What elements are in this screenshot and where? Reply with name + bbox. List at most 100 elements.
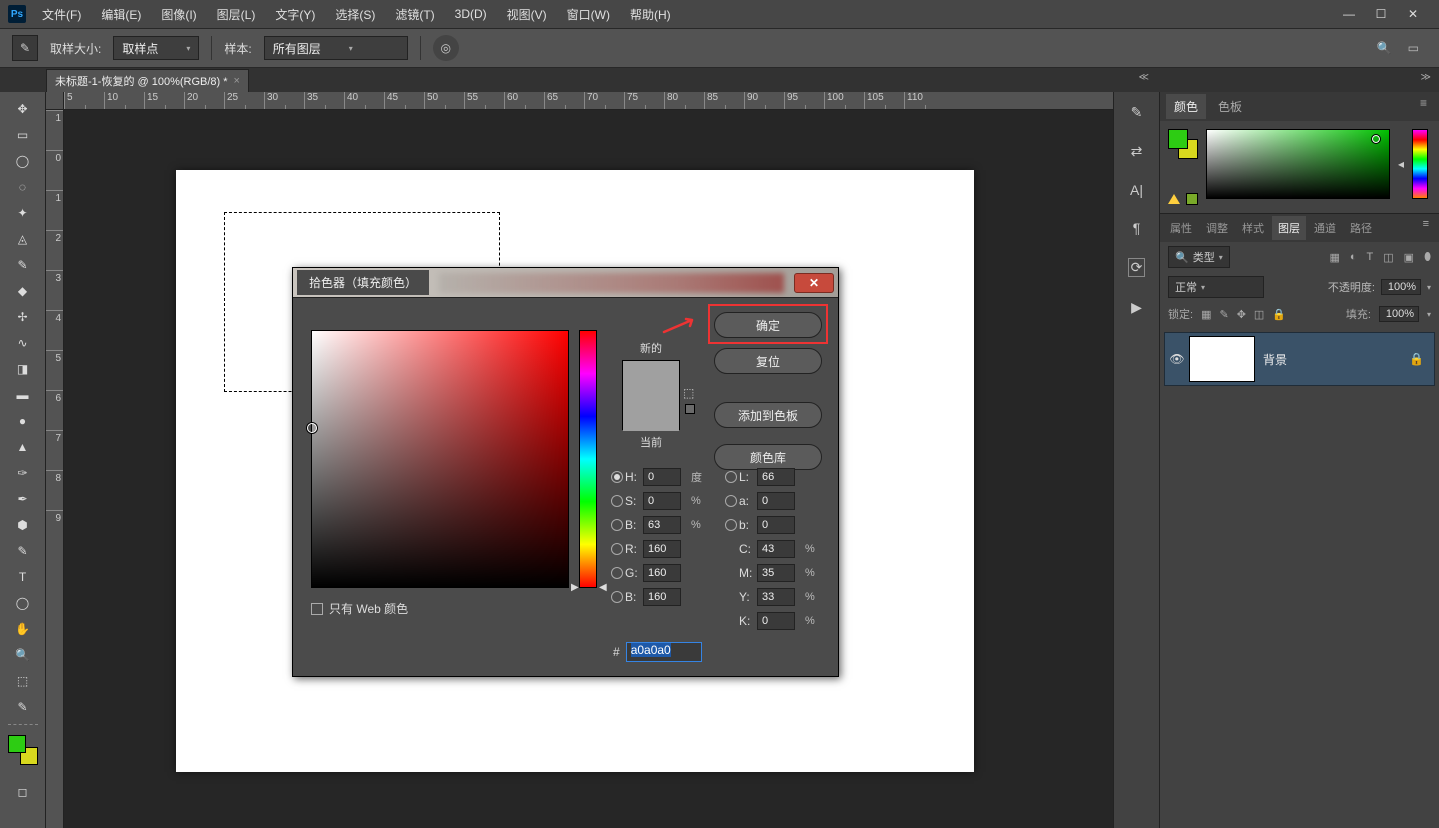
- type-tool[interactable]: T: [10, 564, 36, 590]
- new-color-swatch[interactable]: [623, 361, 679, 396]
- panel-menu-icon[interactable]: ≡: [1414, 94, 1433, 119]
- filter-toggle[interactable]: ⬮: [1424, 251, 1431, 264]
- collapse-chevron-icon[interactable]: ≪: [1139, 72, 1149, 83]
- hue-strip[interactable]: [1412, 129, 1428, 199]
- b-radio[interactable]: [611, 519, 623, 531]
- show-sampling-ring-button[interactable]: ◎: [433, 35, 459, 61]
- gradient-tool[interactable]: ▬: [10, 382, 36, 408]
- play-panel-icon[interactable]: ▶: [1131, 299, 1142, 316]
- ruler-origin[interactable]: [46, 92, 64, 110]
- filter-shape-icon[interactable]: ◫: [1383, 251, 1393, 264]
- tab-swatches[interactable]: 色板: [1210, 94, 1250, 119]
- layer-name-label[interactable]: 背景: [1263, 351, 1287, 368]
- fill-input[interactable]: 100%: [1379, 306, 1419, 322]
- g-input[interactable]: [643, 564, 681, 582]
- lock-all-icon[interactable]: 🔒: [1272, 308, 1286, 321]
- path-tool[interactable]: ✎: [10, 538, 36, 564]
- web-safe-swatch[interactable]: [685, 404, 695, 414]
- filter-type-icon[interactable]: T: [1367, 251, 1374, 264]
- layer-thumbnail[interactable]: [1189, 336, 1255, 382]
- filter-image-icon[interactable]: ▦: [1329, 251, 1339, 264]
- marquee-tool[interactable]: ▭: [10, 122, 36, 148]
- color-panel-swatches[interactable]: [1168, 129, 1198, 159]
- tab-paths[interactable]: 路径: [1344, 216, 1378, 240]
- layer-filter-select[interactable]: 🔍 类型 ▾: [1168, 246, 1230, 268]
- current-color-swatch[interactable]: [623, 396, 679, 431]
- reset-button[interactable]: 复位: [714, 348, 822, 374]
- hue-slider[interactable]: [579, 330, 597, 588]
- tab-channels[interactable]: 通道: [1308, 216, 1342, 240]
- healing-tool[interactable]: ✢: [10, 304, 36, 330]
- selection-tool[interactable]: ◬: [10, 226, 36, 252]
- layer-visibility-icon[interactable]: 👁: [1165, 352, 1189, 366]
- screen-mode-icon[interactable]: ▭: [1408, 41, 1419, 55]
- s-radio[interactable]: [611, 495, 623, 507]
- foreground-color-swatch[interactable]: [8, 735, 26, 753]
- actions-panel-icon[interactable]: ⟳: [1128, 258, 1146, 277]
- add-to-swatches-button[interactable]: 添加到色板: [714, 402, 822, 428]
- tab-layers[interactable]: 图层: [1272, 216, 1306, 240]
- menu-text[interactable]: 文字(Y): [271, 2, 319, 27]
- menu-edit[interactable]: 编辑(E): [97, 2, 145, 27]
- color-libraries-button[interactable]: 颜色库: [714, 444, 822, 470]
- tab-styles[interactable]: 样式: [1236, 216, 1270, 240]
- paragraph-panel-icon[interactable]: ¶: [1133, 220, 1141, 236]
- dialog-titlebar[interactable]: 拾色器（填充颜色） ✕: [293, 268, 838, 298]
- chevron-down-icon[interactable]: ▾: [1427, 283, 1431, 292]
- blur-tool[interactable]: ●: [10, 408, 36, 434]
- lasso-tool[interactable]: ◯: [10, 148, 36, 174]
- rectangle-tool[interactable]: ⬚: [10, 668, 36, 694]
- menu-window[interactable]: 窗口(W): [563, 2, 614, 27]
- zoom-tool[interactable]: 🔍: [10, 642, 36, 668]
- character-panel-icon[interactable]: A|: [1130, 182, 1143, 198]
- l-radio[interactable]: [725, 471, 737, 483]
- eraser-tool[interactable]: ◨: [10, 356, 36, 382]
- dialog-close-button[interactable]: ✕: [794, 273, 834, 293]
- chevron-down-icon[interactable]: ▾: [1427, 310, 1431, 319]
- blend-mode-select[interactable]: 正常 ▾: [1168, 276, 1264, 298]
- s-input[interactable]: [643, 492, 681, 510]
- m-input[interactable]: [757, 564, 795, 582]
- mixer-tool[interactable]: ∿: [10, 330, 36, 356]
- a-radio[interactable]: [725, 495, 737, 507]
- opacity-input[interactable]: 100%: [1381, 279, 1421, 295]
- collapse-chevron-icon[interactable]: ≫: [1421, 72, 1431, 83]
- y-input[interactable]: [757, 588, 795, 606]
- sample-size-select[interactable]: 取样点 ▾: [113, 36, 199, 60]
- menu-image[interactable]: 图像(I): [157, 2, 200, 27]
- menu-file[interactable]: 文件(F): [38, 2, 85, 27]
- polygon-lasso-tool[interactable]: ◌: [10, 174, 36, 200]
- window-minimize-button[interactable]: —: [1339, 7, 1359, 21]
- panel-menu-icon[interactable]: ≡: [1417, 216, 1435, 240]
- color-swatches[interactable]: [8, 735, 38, 765]
- sample-layers-select[interactable]: 所有图层 ▾: [264, 36, 408, 60]
- stamp-tool[interactable]: ◆: [10, 278, 36, 304]
- horizontal-ruler[interactable]: 5101520253035404550556065707580859095100…: [64, 92, 1113, 110]
- bucket-tool[interactable]: ⬢: [10, 512, 36, 538]
- lab-b-input[interactable]: [757, 516, 795, 534]
- lock-position-icon[interactable]: ✥: [1237, 308, 1246, 321]
- menu-3d[interactable]: 3D(D): [451, 3, 491, 25]
- pen-tool[interactable]: ✑: [10, 460, 36, 486]
- lab-b-radio[interactable]: [725, 519, 737, 531]
- vertical-ruler[interactable]: 10123456789: [46, 110, 64, 828]
- filter-smart-icon[interactable]: ▣: [1404, 251, 1414, 264]
- color-compare-swatch[interactable]: [622, 360, 680, 430]
- lock-pixels-icon[interactable]: ✎: [1219, 308, 1228, 321]
- ok-button[interactable]: 确定: [714, 312, 822, 338]
- move-tool[interactable]: ✥: [10, 96, 36, 122]
- brush-tool[interactable]: ✎: [10, 252, 36, 278]
- filter-adjust-icon[interactable]: ◐: [1350, 251, 1357, 264]
- color-field[interactable]: [1206, 129, 1390, 199]
- menu-view[interactable]: 视图(V): [503, 2, 551, 27]
- menu-layer[interactable]: 图层(L): [213, 2, 260, 27]
- menu-select[interactable]: 选择(S): [331, 2, 379, 27]
- eyedropper-tool-selected[interactable]: ✎: [10, 694, 36, 720]
- l-input[interactable]: [757, 468, 795, 486]
- web-only-checkbox[interactable]: [311, 603, 323, 615]
- r-radio[interactable]: [611, 543, 623, 555]
- lock-transparent-icon[interactable]: ▦: [1201, 308, 1211, 321]
- window-maximize-button[interactable]: ☐: [1371, 7, 1391, 21]
- search-icon[interactable]: 🔍: [1377, 41, 1392, 55]
- tab-properties[interactable]: 属性: [1164, 216, 1198, 240]
